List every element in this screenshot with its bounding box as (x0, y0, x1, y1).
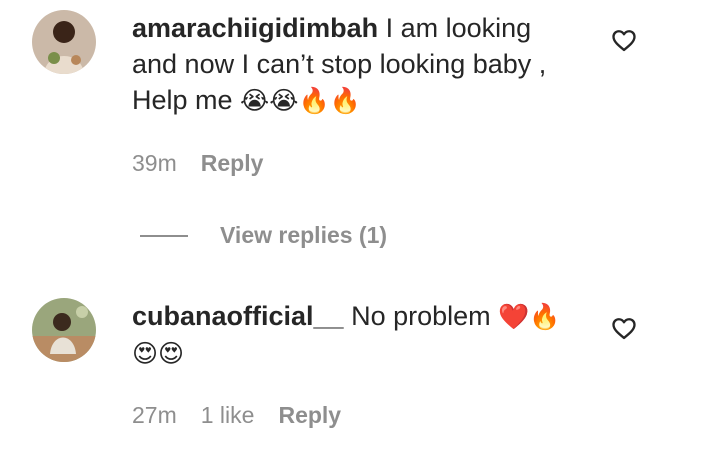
reply-button[interactable]: Reply (278, 402, 341, 429)
avatar[interactable] (32, 10, 96, 74)
avatar-image (32, 10, 96, 74)
like-button[interactable] (610, 26, 638, 54)
comment-text: cubanaofficial__ No problem ❤️🔥 😍😍 (132, 298, 582, 372)
comment-username[interactable]: amarachiigidimbah (132, 13, 378, 43)
comment-body: No problem (343, 301, 499, 331)
heart-outline-icon (612, 318, 636, 340)
heart-outline-icon (612, 30, 636, 52)
avatar[interactable] (32, 298, 96, 362)
comment-meta: 27m 1 like Reply (132, 402, 341, 429)
view-replies-label: View replies (1) (220, 222, 388, 248)
like-button[interactable] (610, 314, 638, 342)
comment-username[interactable]: cubanaofficial__ (132, 301, 344, 331)
comment-meta: 39m Reply (132, 150, 263, 177)
avatar-image (32, 298, 96, 362)
view-replies-button[interactable]: View replies (1) (140, 222, 387, 249)
comment-time: 39m (132, 150, 177, 176)
comment-time: 27m (132, 402, 177, 428)
like-count[interactable]: 1 like (201, 402, 255, 429)
comment-text: amarachiigidimbah I am looking and now I… (132, 10, 582, 119)
divider-line (140, 234, 188, 237)
comment-emojis: 😭😭🔥🔥 (240, 86, 361, 115)
reply-button[interactable]: Reply (201, 150, 264, 177)
